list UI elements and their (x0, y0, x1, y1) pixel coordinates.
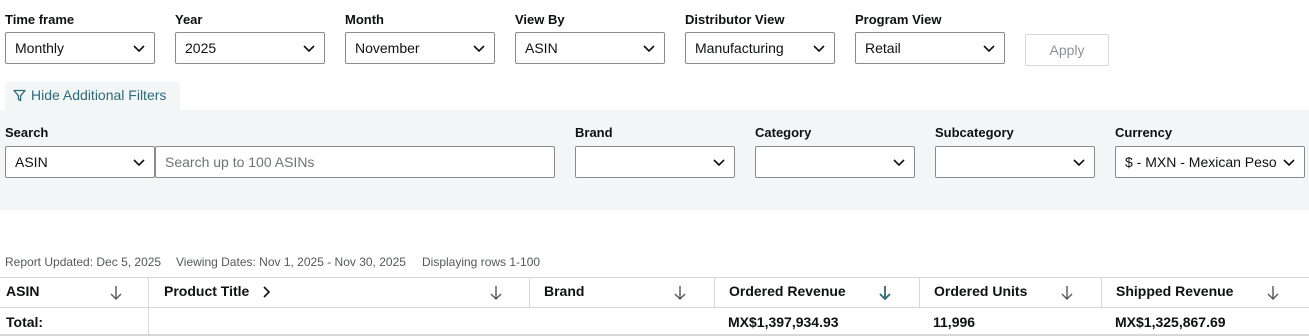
year-select[interactable]: 2025 (175, 32, 325, 64)
view-by-select[interactable]: ASIN (515, 32, 665, 64)
filter-month: Month (345, 12, 384, 28)
select-value: 2025 (185, 40, 217, 56)
total-ordered-units: 11,996 (933, 314, 976, 330)
column-header-product-title: Product Title (148, 278, 529, 307)
table-header: ASIN Product Title Brand Ordered Revenue… (0, 277, 1309, 308)
filter-label: Subcategory (935, 125, 1014, 140)
column-label: Product Title (164, 283, 250, 299)
chevron-down-icon (1073, 159, 1085, 167)
filter-category: Category (755, 125, 811, 141)
chevron-down-icon (813, 45, 825, 53)
column-label: Ordered Revenue (729, 283, 846, 299)
total-cell-ordered-revenue: MX$1,397,934.93 (714, 308, 919, 334)
total-cell-shipped-revenue: MX$1,325,867.69 (1101, 308, 1309, 334)
filter-label: Program View (855, 12, 942, 27)
total-shipped-revenue: MX$1,325,867.69 (1115, 314, 1226, 330)
column-label: Brand (544, 283, 585, 299)
column-label: Ordered Units (934, 283, 1028, 299)
sort-arrow-icon[interactable] (672, 284, 688, 302)
rows-displayed-text: Displaying rows 1-100 (422, 255, 541, 269)
filter-label: Search (5, 125, 49, 140)
column-header-asin: ASIN (0, 278, 148, 307)
time-frame-select[interactable]: Monthly (5, 32, 155, 64)
report-updated-text: Report Updated: Dec 5, 2025 (5, 255, 162, 269)
chevron-down-icon (473, 45, 485, 53)
filter-search: Search (5, 125, 48, 141)
filter-label: Distributor View (685, 12, 785, 27)
select-value: Manufacturing (695, 40, 784, 56)
filter-label: Currency (1115, 125, 1173, 140)
distributor-view-select[interactable]: Manufacturing (685, 32, 835, 64)
chevron-down-icon (133, 45, 145, 53)
search-input[interactable]: Search up to 100 ASINs (155, 146, 555, 178)
viewing-dates-text: Viewing Dates: Nov 1, 2025 - Nov 30, 202… (176, 255, 406, 269)
select-value: Retail (865, 40, 901, 56)
hide-filters-label: Hide Additional Filters (31, 87, 167, 103)
chevron-down-icon (303, 45, 315, 53)
search-type-select[interactable]: ASIN (5, 146, 155, 178)
filter-time-frame: Time frame (5, 12, 74, 28)
sort-arrow-active-icon[interactable] (877, 284, 893, 302)
total-cell-ordered-units: 11,996 (919, 308, 1101, 334)
filter-year: Year (175, 12, 202, 28)
column-header-ordered-units: Ordered Units (919, 278, 1101, 307)
sort-arrow-icon[interactable] (1059, 284, 1075, 302)
filter-icon (13, 89, 26, 102)
column-header-ordered-revenue: Ordered Revenue (714, 278, 919, 307)
chevron-down-icon (643, 45, 655, 53)
filter-view-by: View By (515, 12, 565, 28)
select-value: ASIN (525, 40, 558, 56)
program-view-select[interactable]: Retail (855, 32, 1005, 64)
brand-select[interactable] (575, 146, 735, 178)
hide-additional-filters-toggle[interactable]: Hide Additional Filters (5, 81, 180, 111)
currency-select[interactable]: $ - MXN - Mexican Peso (1115, 146, 1305, 178)
column-label: Shipped Revenue (1116, 283, 1234, 299)
column-label: ASIN (6, 283, 40, 299)
select-value: Monthly (15, 40, 65, 56)
total-cell-product-title (148, 308, 529, 334)
total-label: Total: (6, 314, 44, 330)
total-cell-brand (529, 308, 714, 334)
filter-brand: Brand (575, 125, 613, 141)
filter-label: Time frame (5, 12, 75, 27)
month-select[interactable]: November (345, 32, 495, 64)
chevron-down-icon (713, 159, 725, 167)
sort-arrow-icon[interactable] (488, 284, 504, 302)
category-select[interactable] (755, 146, 915, 178)
chevron-down-icon (133, 159, 145, 167)
filter-distributor-view: Distributor View (685, 12, 784, 28)
select-value: $ - MXN - Mexican Peso (1125, 154, 1277, 170)
filter-label: Year (175, 12, 203, 27)
total-cell-asin: Total: (0, 308, 148, 334)
subcategory-select[interactable] (935, 146, 1095, 178)
column-header-brand: Brand (529, 278, 714, 307)
chevron-down-icon (1283, 159, 1295, 167)
filter-label: View By (515, 12, 565, 27)
chevron-down-icon (893, 159, 905, 167)
filter-program-view: Program View (855, 12, 941, 28)
column-header-shipped-revenue: Shipped Revenue (1101, 278, 1309, 307)
filter-subcategory: Subcategory (935, 125, 1014, 141)
chevron-right-icon[interactable] (261, 285, 271, 299)
sort-arrow-icon[interactable] (108, 284, 124, 302)
filter-label: Month (345, 12, 384, 27)
search-placeholder: Search up to 100 ASINs (165, 154, 315, 170)
select-value: November (355, 40, 420, 56)
table-total-row: Total: MX$1,397,934.93 11,996 MX$1,325,8… (0, 308, 1309, 336)
select-value: ASIN (15, 154, 48, 170)
filter-label: Brand (575, 125, 613, 140)
sort-arrow-icon[interactable] (1265, 284, 1281, 302)
total-ordered-revenue: MX$1,397,934.93 (728, 314, 839, 330)
chevron-down-icon (983, 45, 995, 53)
apply-button[interactable]: Apply (1025, 34, 1109, 66)
filter-label: Category (755, 125, 812, 140)
filter-currency: Currency (1115, 125, 1172, 141)
